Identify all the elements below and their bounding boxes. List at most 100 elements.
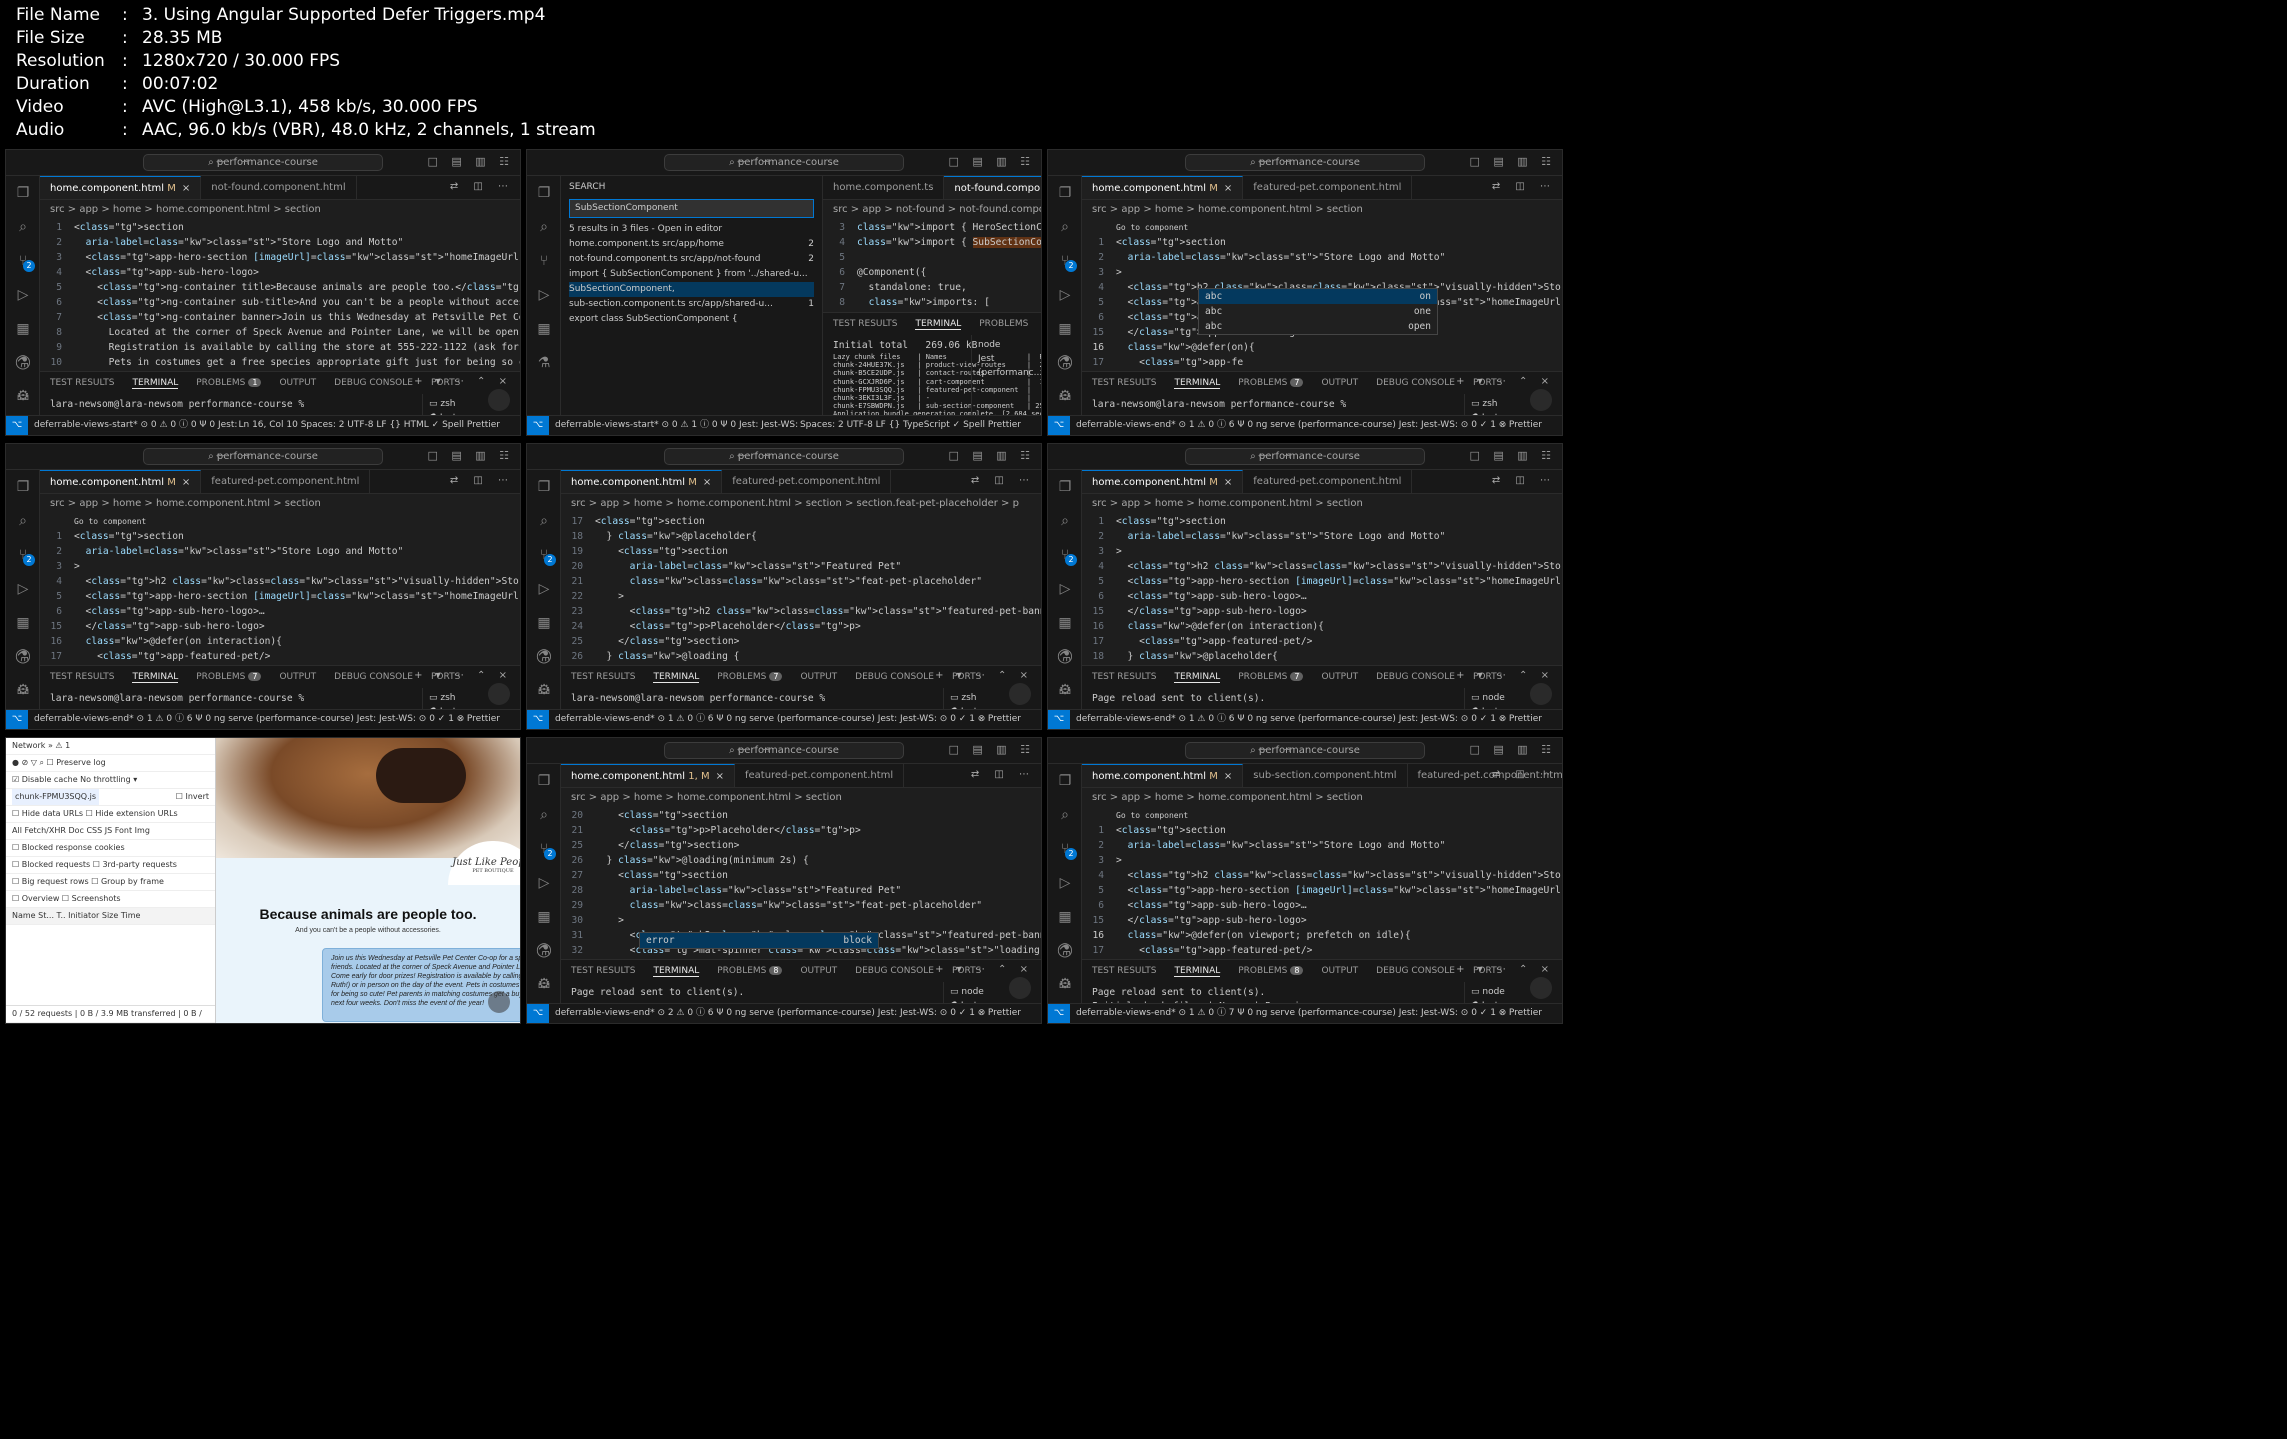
panel-tab-debug-console[interactable]: DEBUG CONSOLE bbox=[334, 378, 413, 388]
layout-controls[interactable]: □ ▤ ▥ ☷ bbox=[948, 155, 1035, 168]
panel-tab-problems[interactable]: PROBLEMS 7 bbox=[1238, 378, 1304, 388]
suggestion-item[interactable]: abc open bbox=[1199, 319, 1437, 334]
files-icon[interactable]: ❐ bbox=[1048, 176, 1082, 210]
layout-controls[interactable]: □ ▤ ▥ ☷ bbox=[1469, 743, 1556, 756]
layout-controls[interactable]: □ ▤ ▥ ☷ bbox=[427, 155, 514, 168]
editor-tab[interactable]: home.component.html M × bbox=[1082, 176, 1244, 199]
nav-arrows[interactable]: ← → bbox=[216, 449, 256, 462]
files-icon[interactable]: ❐ bbox=[6, 176, 40, 210]
search-input[interactable]: SubSectionComponent bbox=[569, 199, 814, 218]
command-center-search[interactable]: ⌕ performance-course bbox=[143, 154, 383, 171]
panel-tab-problems[interactable]: PROBLEMS bbox=[979, 319, 1028, 329]
editor-tab[interactable]: home.component.html 1, M × bbox=[561, 764, 735, 787]
editor-actions[interactable]: ⇄ ◫ ⋯ bbox=[971, 769, 1035, 780]
remote-indicator[interactable]: ⌥ bbox=[1048, 416, 1070, 435]
panel-tab-output[interactable]: OUTPUT bbox=[1321, 672, 1358, 682]
status-right[interactable]: Prettier bbox=[1509, 416, 1562, 435]
testing-icon[interactable]: ⚗ bbox=[527, 346, 561, 380]
terminal-output[interactable]: lara-newsom@lara-newsom performance-cour… bbox=[561, 688, 941, 710]
close-tab-icon[interactable]: × bbox=[182, 183, 190, 194]
layout-controls[interactable]: □ ▤ ▥ ☷ bbox=[948, 743, 1035, 756]
layout-controls[interactable]: □ ▤ ▥ ☷ bbox=[1469, 155, 1556, 168]
command-center-search[interactable]: ⌕ performance-course bbox=[664, 742, 904, 759]
status-left[interactable]: deferrable-views-start* ⊙ 0 ⚠ 0 ⓘ 0 Ψ 0 … bbox=[28, 416, 238, 435]
panel-tab-output[interactable]: OUTPUT bbox=[279, 378, 316, 388]
nav-arrows[interactable]: ← → bbox=[216, 155, 256, 168]
panel-tab-output[interactable]: OUTPUT bbox=[800, 966, 837, 976]
layout-controls[interactable]: □ ▤ ▥ ☷ bbox=[948, 449, 1035, 462]
extensions-icon[interactable]: ▦ bbox=[6, 606, 40, 640]
editor-actions[interactable]: ⇄ ◫ ⋯ bbox=[971, 475, 1035, 486]
panel-tab-debug-console[interactable]: DEBUG CONSOLE bbox=[1376, 378, 1455, 388]
status-left[interactable]: deferrable-views-end* ⊙ 1 ⚠ 0 ⓘ 6 Ψ 0 ng… bbox=[28, 710, 467, 729]
close-tab-icon[interactable]: × bbox=[1224, 183, 1232, 194]
panel-tab-problems[interactable]: PROBLEMS 7 bbox=[717, 672, 783, 682]
status-left[interactable]: deferrable-views-end* ⊙ 1 ⚠ 0 ⓘ 6 Ψ 0 ng… bbox=[1070, 710, 1509, 729]
code-editor[interactable]: 17 <class="tg">section 18 } class="kw">@pl… bbox=[561, 514, 1041, 690]
nav-arrows[interactable]: ← → bbox=[737, 449, 777, 462]
close-tab-icon[interactable]: × bbox=[1224, 477, 1232, 488]
status-left[interactable]: deferrable-views-end* ⊙ 1 ⚠ 0 ⓘ 7 Ψ 0 ng… bbox=[1070, 1004, 1509, 1023]
breadcrumb[interactable]: src > app > home > home.component.html >… bbox=[40, 200, 520, 220]
editor-tab[interactable]: sub-section.component.html bbox=[1243, 764, 1408, 787]
status-right[interactable]: Prettier bbox=[988, 1004, 1041, 1023]
status-right[interactable]: Prettier bbox=[1509, 1004, 1562, 1023]
terminal-instance[interactable]: Jest (performanc... bbox=[978, 352, 1041, 380]
panel-tab-output[interactable]: OUTPUT bbox=[1321, 966, 1358, 976]
run-debug-icon[interactable]: ▷ bbox=[527, 572, 561, 606]
extensions-icon[interactable]: ▦ bbox=[1048, 312, 1082, 346]
panel-tab-terminal[interactable]: TERMINAL bbox=[915, 319, 962, 330]
close-tab-icon[interactable]: × bbox=[703, 477, 711, 488]
search-result[interactable]: sub-section.component.ts src/app/shared-… bbox=[569, 297, 814, 312]
editor-actions[interactable]: ⇄ ◫ ⋯ bbox=[1492, 769, 1556, 780]
source-control-icon[interactable]: ⑂ 2 bbox=[6, 538, 40, 572]
status-right[interactable]: Prettier bbox=[988, 710, 1041, 729]
panel-controls[interactable]: + ▾ ⋯ ⌃ × bbox=[1456, 376, 1554, 387]
devtools-toolbar[interactable]: ● ⊘ ▽ ⌕ ☐ Preserve log bbox=[6, 755, 215, 772]
gear-icon[interactable]: ⚙ bbox=[1048, 673, 1082, 707]
source-control-icon[interactable]: ⑂ 2 bbox=[6, 244, 40, 278]
gear-icon[interactable]: ⚙ bbox=[527, 967, 561, 1001]
panel-tab-terminal[interactable]: TERMINAL bbox=[1174, 378, 1221, 389]
editor-tab[interactable]: home.component.html M × bbox=[1082, 764, 1244, 787]
remote-indicator[interactable]: ⌥ bbox=[6, 416, 28, 435]
panel-tab-debug-console[interactable]: DEBUG CONSOLE bbox=[334, 672, 413, 682]
editor-tab[interactable]: featured-pet.component.html bbox=[722, 470, 892, 493]
status-left[interactable]: deferrable-views-start* ⊙ 0 ⚠ 1 ⓘ 0 Ψ 0 … bbox=[549, 416, 800, 435]
panel-tab-debug-console[interactable]: DEBUG CONSOLE bbox=[855, 672, 934, 682]
autocomplete-widget[interactable]: abc on abc one abc open bbox=[1198, 288, 1438, 335]
panel-controls[interactable]: + ▾ ⋯ ⌃ × bbox=[1456, 964, 1554, 975]
command-center-search[interactable]: ⌕ performance-course bbox=[1185, 448, 1425, 465]
filter-option[interactable]: ☐ Blocked response cookies bbox=[6, 840, 215, 857]
panel-tab-problems[interactable]: PROBLEMS 7 bbox=[196, 672, 262, 682]
suggestion-item[interactable]: error block bbox=[640, 933, 878, 948]
command-center-search[interactable]: ⌕ performance-course bbox=[664, 448, 904, 465]
close-tab-icon[interactable]: × bbox=[182, 477, 190, 488]
gear-icon[interactable]: ⚙ bbox=[6, 379, 40, 413]
source-control-icon[interactable]: ⑂ 2 bbox=[527, 832, 561, 866]
breadcrumb[interactable]: src > app > home > home.component.html >… bbox=[40, 494, 520, 514]
suggestion-item[interactable]: abc on bbox=[1199, 289, 1437, 304]
run-debug-icon[interactable]: ▷ bbox=[1048, 278, 1082, 312]
accounts-icon[interactable]: ◯ bbox=[1048, 933, 1082, 967]
layout-controls[interactable]: □ ▤ ▥ ☷ bbox=[427, 449, 514, 462]
editor-actions[interactable]: ⇄ ◫ ⋯ bbox=[1492, 181, 1556, 192]
code-editor[interactable]: 1 <class="tg">section 2 aria-label=class="… bbox=[1082, 514, 1562, 690]
source-control-icon[interactable]: ⑂ 2 bbox=[1048, 244, 1082, 278]
command-center-search[interactable]: ⌕ performance-course bbox=[1185, 742, 1425, 759]
source-control-icon[interactable]: ⑂ 2 bbox=[1048, 538, 1082, 572]
search-icon[interactable]: ⌕ bbox=[1048, 210, 1082, 244]
status-right[interactable]: Prettier bbox=[467, 710, 520, 729]
remote-indicator[interactable]: ⌥ bbox=[1048, 710, 1070, 729]
accounts-icon[interactable]: ◯ bbox=[1048, 639, 1082, 673]
suggestion-item[interactable]: abc one bbox=[1199, 304, 1437, 319]
status-right[interactable]: Spaces: 2 UTF-8 LF {} TypeScript ✓ Spell… bbox=[800, 416, 1041, 435]
editor-tab[interactable]: home.component.html M × bbox=[1082, 470, 1244, 493]
panel-tab-test-results[interactable]: TEST RESULTS bbox=[50, 378, 114, 388]
run-debug-icon[interactable]: ▷ bbox=[6, 278, 40, 312]
panel-tab-terminal[interactable]: TERMINAL bbox=[132, 378, 179, 389]
devtools-tabs[interactable]: Network » ⚠ 1 bbox=[6, 738, 215, 755]
code-editor[interactable]: Go to component 1 <class="tg">section 2 ari… bbox=[40, 514, 520, 690]
panel-tab-problems[interactable]: PROBLEMS 8 bbox=[717, 966, 783, 976]
filter-option[interactable]: ☐ Hide data URLs ☐ Hide extension URLs bbox=[6, 806, 215, 823]
